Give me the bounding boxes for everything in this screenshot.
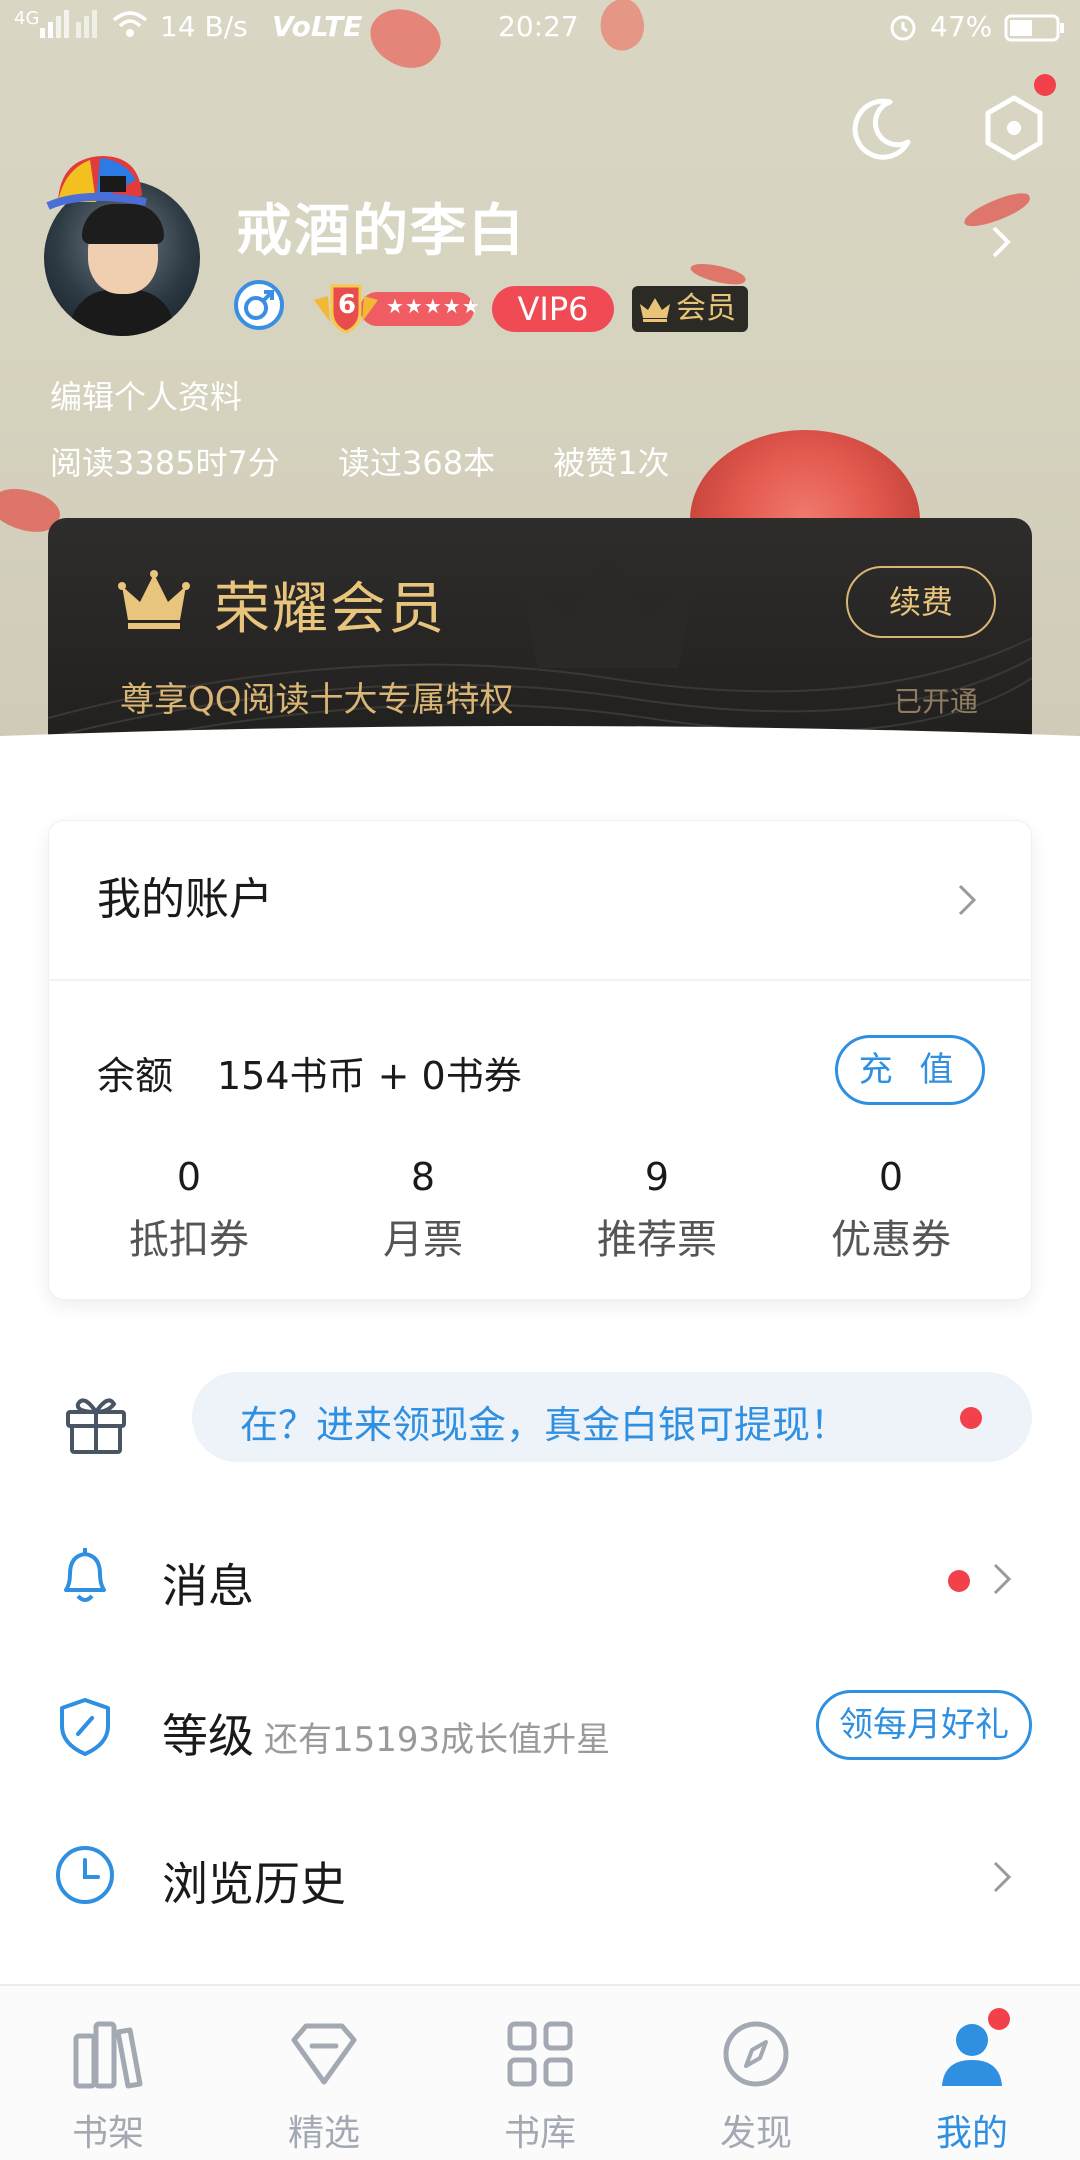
bookshelf-icon <box>73 2021 143 2089</box>
cash-promo-banner[interactable]: 在？进来领现金，真金白银可提现！ <box>192 1372 1032 1462</box>
settings-icon[interactable] <box>978 92 1050 164</box>
chevron-right-icon <box>993 1563 1012 1595</box>
member-badge[interactable]: 会员 <box>632 286 748 332</box>
likes-count: 被赞1次 <box>553 444 670 482</box>
signal-icon <box>40 10 104 45</box>
chevron-right-icon[interactable] <box>986 222 1016 262</box>
shield-icon <box>60 1698 110 1756</box>
vip-status: 已开通 <box>894 685 979 718</box>
tab-label: 我的 <box>935 2113 1008 2154</box>
level-stars: ★★★★★ <box>386 294 481 318</box>
signal-text: 4G <box>14 8 40 29</box>
account-title[interactable]: 我的账户 <box>97 863 273 927</box>
tab-label: 发现 <box>719 2113 792 2154</box>
reading-time: 阅读3385时7分 <box>50 444 280 482</box>
level-number: 6 <box>337 290 357 320</box>
diamond-icon <box>291 2023 357 2085</box>
network-speed: 14 B/s <box>160 10 248 43</box>
profile-notification-dot <box>988 2008 1010 2030</box>
volte-label: VoLTE <box>272 10 363 43</box>
menu-label: 等级 <box>162 1709 254 1763</box>
menu-label: 浏览历史 <box>162 1857 346 1911</box>
reading-stats: 阅读3385时7分 读过368本 被赞1次 <box>50 438 718 484</box>
gift-icon[interactable] <box>62 1390 130 1454</box>
ticket-coupon[interactable]: 0 优惠券 <box>791 1155 991 1265</box>
member-label: 会员 <box>676 291 736 326</box>
tab-bookshelf[interactable]: 书架 <box>0 1986 216 2160</box>
avatar-body <box>70 290 174 336</box>
ticket-label: 优惠券 <box>831 1217 951 1263</box>
menu-item-history[interactable]: 浏览历史 <box>0 1810 1080 1940</box>
tab-profile[interactable]: 我的 <box>864 1986 1080 2160</box>
status-bar: 4G 14 B/s VoLTE 20:27 47% <box>0 0 1080 56</box>
tab-featured[interactable]: 精选 <box>216 1986 432 2160</box>
tab-label: 书架 <box>71 2113 144 2154</box>
balance-label: 余额 <box>97 1054 174 1098</box>
night-mode-icon[interactable] <box>846 92 918 164</box>
crown-icon <box>640 298 670 322</box>
level-progress-text: 还有15193成长值升星 <box>264 1720 611 1760</box>
ticket-value: 9 <box>644 1155 670 1199</box>
vip-subtitle: 尊享QQ阅读十大专属特权 <box>120 680 514 720</box>
books-read: 读过368本 <box>337 444 496 482</box>
vip-badge[interactable]: VIP6 <box>492 286 614 332</box>
account-card: 我的账户 余额 154书币 + 0书券 充 值 0 抵扣券 8 月票 9 推荐票… <box>48 820 1033 1300</box>
username[interactable]: 戒酒的李白 <box>236 186 526 267</box>
menu-item-level[interactable]: 等级 还有15193成长值升星 领每月好礼 <box>0 1662 1080 1792</box>
menu-label: 消息 <box>162 1559 254 1613</box>
ticket-label: 抵扣券 <box>129 1217 249 1263</box>
tab-library[interactable]: 书库 <box>432 1986 648 2160</box>
tab-label: 书库 <box>503 2113 576 2154</box>
bottom-tab-bar: 书架 精选 书库 发现 我的 <box>0 1984 1080 2160</box>
propeller-hat-icon <box>46 156 147 210</box>
grid-icon <box>507 2021 573 2087</box>
ticket-label: 月票 <box>383 1217 463 1263</box>
ticket-label: 推荐票 <box>597 1217 717 1263</box>
clock-icon <box>56 1846 114 1904</box>
male-gender-icon <box>234 280 284 330</box>
clock: 20:27 <box>498 10 579 43</box>
divider <box>49 979 1033 981</box>
ticket-monthly[interactable]: 8 月票 <box>323 1155 523 1265</box>
ticket-value: 0 <box>176 1155 202 1199</box>
monthly-gift-button[interactable]: 领每月好礼 <box>816 1690 1032 1760</box>
ticket-recommend[interactable]: 9 推荐票 <box>557 1155 757 1265</box>
battery-icon <box>1004 14 1066 49</box>
promo-text: 在？进来领现金，真金白银可提现！ <box>240 1403 849 1447</box>
ticket-deduction[interactable]: 0 抵扣券 <box>89 1155 289 1265</box>
alarm-icon <box>888 12 918 49</box>
message-notification-dot <box>948 1570 970 1592</box>
tab-label: 精选 <box>287 2113 360 2154</box>
profile-header: 4G 14 B/s VoLTE 20:27 47% 戒酒的李白 6 ★★★★★ … <box>0 0 1080 780</box>
tab-discover[interactable]: 发现 <box>648 1986 864 2160</box>
vip-title: 荣耀会员 <box>214 577 446 642</box>
menu-item-messages[interactable]: 消息 <box>0 1512 1080 1642</box>
header-curve <box>0 726 1080 814</box>
petal-decoration <box>688 259 748 289</box>
battery-percent: 47% <box>930 10 993 43</box>
compass-icon <box>723 2021 789 2087</box>
crown-icon <box>118 570 190 629</box>
ticket-value: 0 <box>878 1155 904 1199</box>
balance-value: 154书币 + 0书券 <box>217 1054 522 1098</box>
ticket-value: 8 <box>410 1155 436 1199</box>
chevron-right-icon <box>993 1861 1012 1893</box>
bell-icon <box>64 1548 106 1602</box>
settings-notification-dot <box>1034 74 1056 96</box>
renew-button[interactable]: 续费 <box>846 566 996 638</box>
recharge-button[interactable]: 充 值 <box>835 1035 985 1105</box>
chevron-right-icon[interactable] <box>955 881 979 919</box>
promo-notification-dot <box>960 1407 982 1429</box>
edit-profile-link[interactable]: 编辑个人资料 <box>50 372 242 418</box>
wifi-icon <box>112 10 148 45</box>
